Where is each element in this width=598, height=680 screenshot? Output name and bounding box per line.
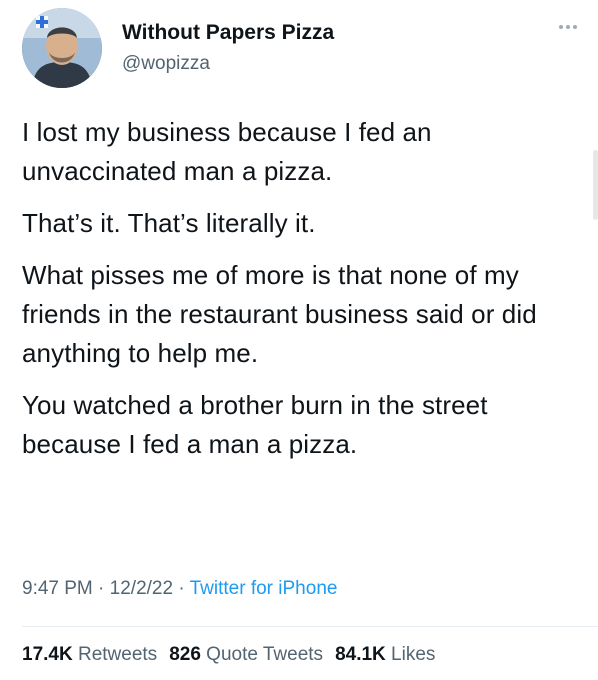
likes-stat[interactable]: 84.1K Likes [335,644,435,665]
tweet-stats: 17.4K Retweets 826 Quote Tweets 84.1K Like… [22,644,435,666]
quote-tweets-stat[interactable]: 826 Quote Tweets [169,644,323,665]
account-name[interactable]: Without Papers Pizza [122,21,334,45]
meta-separator: · [173,578,190,599]
retweets-stat[interactable]: 17.4K Retweets [22,644,157,665]
tweet-time[interactable]: 9:47 PM [22,578,93,599]
scroll-indicator [593,150,598,220]
account-handle[interactable]: @wopizza [122,53,210,75]
likes-count: 84.1K [335,644,386,665]
likes-label: Likes [391,644,436,665]
person-photo-icon [22,8,102,88]
tweet-paragraph: That’s it. That’s literally it. [22,208,316,238]
tweet-paragraph: I lost my business because I fed an unva… [22,117,432,186]
meta-separator: · [92,578,110,599]
tweet-card: Without Papers Pizza @wopizza I lost my … [0,0,598,680]
avatar[interactable] [22,8,102,88]
quote-tweets-label: Quote Tweets [206,644,324,665]
divider [22,626,598,627]
tweet-source-link[interactable]: Twitter for iPhone [190,578,338,599]
tweet-date[interactable]: 12/2/22 [110,578,173,599]
tweet-paragraph: What pisses me of more is that none of m… [22,260,537,368]
tweet-header: Without Papers Pizza @wopizza [22,8,578,88]
more-dots-icon [559,25,577,29]
tweet-meta: 9:47 PM · 12/2/22 · Twitter for iPhone [22,578,337,600]
more-options-button[interactable] [558,22,578,32]
retweets-label: Retweets [77,644,158,665]
tweet-text: I lost my business because I fed an unva… [22,113,582,477]
tweet-paragraph: You watched a brother burn in the street… [22,390,488,459]
retweets-count: 17.4K [22,644,73,665]
quote-tweets-count: 826 [169,644,201,665]
